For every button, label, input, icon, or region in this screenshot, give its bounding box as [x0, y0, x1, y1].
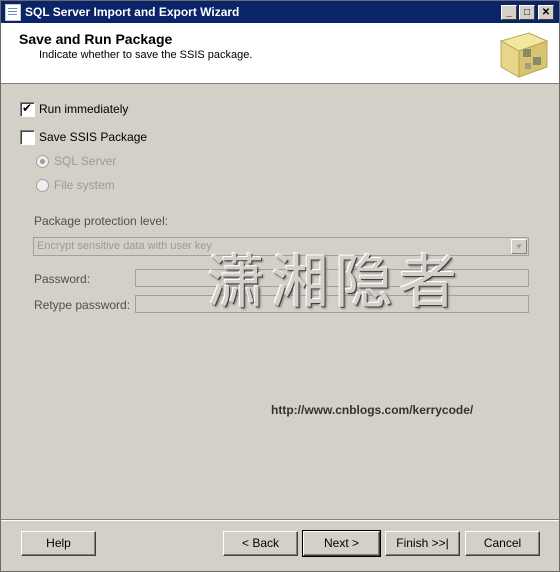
chevron-down-icon[interactable]: ▼ [511, 239, 527, 254]
retype-password-label: Retype password: [34, 298, 131, 312]
finish-button[interactable]: Finish >>| [385, 531, 460, 556]
page-subtitle: Indicate whether to save the SSIS packag… [39, 49, 253, 61]
blog-url: http://www.cnblogs.com/kerrycode/ [271, 403, 474, 417]
help-button[interactable]: Help [21, 531, 96, 556]
run-immediately-checkbox[interactable] [20, 101, 35, 117]
back-button[interactable]: < Back [223, 531, 298, 556]
close-button[interactable]: ✕ [538, 5, 554, 20]
sql-server-label: SQL Server [54, 154, 117, 168]
maximize-button[interactable]: □ [519, 5, 535, 20]
window-title: SQL Server Import and Export Wizard [25, 5, 240, 19]
save-ssis-label: Save SSIS Package [39, 130, 148, 144]
minimize-button[interactable]: _ [501, 5, 517, 20]
package-icon [499, 32, 549, 78]
wizard-app-icon [5, 4, 21, 21]
file-system-radio[interactable] [36, 179, 49, 192]
wizard-window: SQL Server Import and Export Wizard _ □ … [0, 0, 560, 572]
wizard-header: Save and Run Package Indicate whether to… [1, 23, 559, 84]
button-bar-divider [1, 519, 559, 521]
title-bar: SQL Server Import and Export Wizard _ □ … [1, 1, 559, 23]
protection-level-label: Package protection level: [34, 214, 169, 228]
password-label: Password: [34, 272, 91, 286]
watermark-text: 潇湘隐者 [207, 248, 464, 316]
run-immediately-label: Run immediately [39, 102, 129, 116]
save-ssis-checkbox[interactable] [20, 130, 35, 145]
sql-server-radio[interactable] [36, 155, 49, 168]
next-button[interactable]: Next > [302, 530, 381, 557]
file-system-label: File system [54, 178, 115, 192]
page-title: Save and Run Package [19, 31, 173, 47]
cancel-button[interactable]: Cancel [465, 531, 540, 556]
protection-level-value: Encrypt sensitive data with user key [37, 240, 212, 252]
